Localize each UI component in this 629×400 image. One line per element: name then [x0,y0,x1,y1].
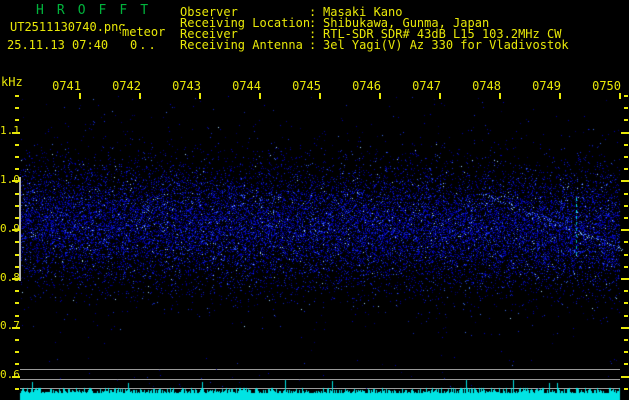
freq-minor-tick-right [624,205,628,207]
freq-major-tick-right [621,132,629,134]
freq-major-tick-right [621,278,629,280]
app-title: H R O F F T [36,3,151,18]
freq-minor-tick-left [15,363,19,365]
time-label: 0750 [592,79,621,93]
time-label: 0745 [292,79,321,93]
time-label: 0747 [412,79,441,93]
freq-minor-tick-right [624,339,628,341]
freq-minor-tick-right [624,119,628,121]
freq-minor-tick-right [624,144,628,146]
freq-minor-tick-right [624,302,628,304]
minute-tick [379,93,381,99]
time-label: 0744 [232,79,261,93]
hrofft-screen: H R O F F T UT2511130740.png meteor 25.1… [0,0,629,400]
freq-minor-tick-left [15,266,19,268]
minute-tick [559,93,561,99]
info-row-antenna: Receiving Antenna:3el Yagi(V) Az 330 for… [180,39,569,51]
info-label: Receiving Antenna [180,38,303,52]
freq-minor-tick-right [624,266,628,268]
info-value: 3el Yagi(V) Az 330 for Vladivostok [323,38,569,52]
freq-minor-tick-left [15,241,19,243]
minute-tick [319,93,321,99]
time-label: 0741 [52,79,81,93]
minute-tick [499,93,501,99]
freq-minor-tick-right [624,193,628,195]
time-label: 0748 [472,79,501,93]
freq-minor-tick-left [15,290,19,292]
time-label: 0743 [172,79,201,93]
freq-minor-tick-left [15,156,19,158]
freq-label: 0.7 [0,319,20,332]
freq-minor-tick-right [624,95,628,97]
freq-major-tick-left [12,180,20,182]
freq-minor-tick-right [624,217,628,219]
freq-minor-tick-left [15,254,19,256]
freq-minor-tick-right [624,315,628,317]
freq-major-tick-right [621,327,629,329]
freq-major-tick-left [12,132,20,134]
freq-major-tick-right [621,376,629,378]
freq-major-tick-left [12,229,20,231]
freq-minor-tick-right [624,388,628,390]
freq-major-tick-right [621,229,629,231]
freq-minor-tick-right [624,241,628,243]
minute-tick [619,93,621,99]
freq-minor-tick-left [15,95,19,97]
freq-minor-tick-left [15,388,19,390]
time-label: 0749 [532,79,561,93]
freq-minor-tick-left [15,168,19,170]
observation-datetime: 25.11.13 07:40 [7,38,109,52]
minute-tick [439,93,441,99]
freq-minor-tick-left [15,119,19,121]
freq-minor-tick-left [15,144,19,146]
count-info: 0.. [130,38,158,52]
freq-minor-tick-left [15,302,19,304]
freq-minor-tick-right [624,290,628,292]
freq-major-tick-left [12,376,20,378]
freq-minor-tick-right [624,168,628,170]
spectrogram-canvas [0,0,629,400]
freq-minor-tick-left [15,205,19,207]
observatory-name: meteor [121,25,166,39]
output-filename: UT2511130740.png [10,20,126,34]
freq-minor-tick-left [15,107,19,109]
freq-minor-tick-left [15,193,19,195]
freq-minor-tick-left [15,315,19,317]
freq-minor-tick-left [15,217,19,219]
freq-label: 1.1 [0,124,20,137]
freq-minor-tick-right [624,156,628,158]
time-label: 0742 [112,79,141,93]
freq-minor-tick-left [15,351,19,353]
minute-tick [139,93,141,99]
freq-minor-tick-left [15,339,19,341]
freq-minor-tick-right [624,351,628,353]
freq-label: 0.6 [0,368,20,381]
info-colon: : [309,38,317,52]
freq-axis-unit: kHz [1,75,23,89]
freq-minor-tick-right [624,254,628,256]
time-label: 0746 [352,79,381,93]
minute-tick [199,93,201,99]
freq-major-tick-right [621,180,629,182]
freq-major-tick-left [12,278,20,280]
minute-tick [79,93,81,99]
freq-major-tick-left [12,327,20,329]
freq-minor-tick-right [624,107,628,109]
freq-minor-tick-right [624,363,628,365]
minute-tick [259,93,261,99]
